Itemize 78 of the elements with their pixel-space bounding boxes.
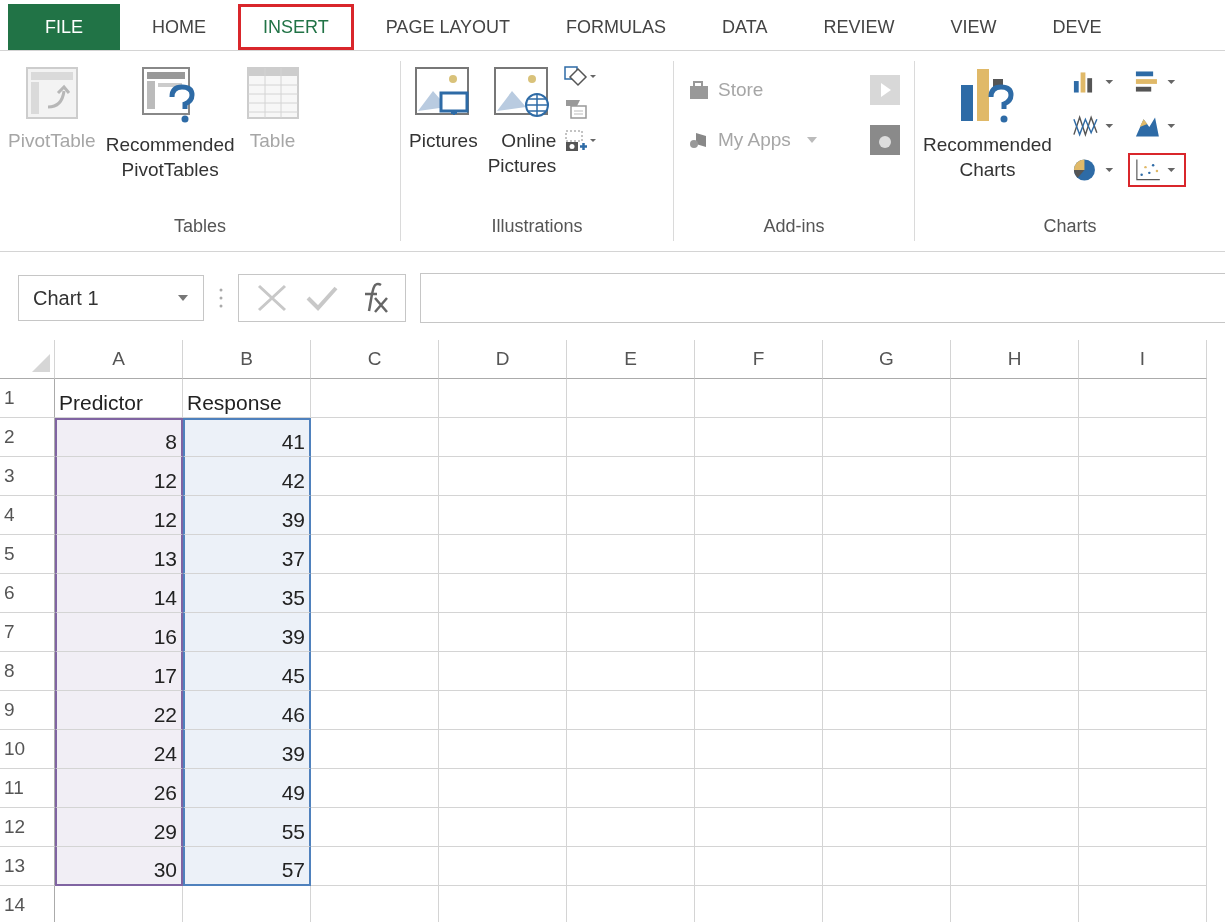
table-cell: 30 <box>55 847 183 886</box>
row-header[interactable]: 14 <box>0 886 55 922</box>
ribbon-tab[interactable]: VIEW <box>926 4 1021 50</box>
table-cell: 55 <box>183 808 311 847</box>
column-header[interactable]: I <box>1079 340 1207 379</box>
check-icon[interactable] <box>305 284 339 312</box>
play-icon <box>870 75 900 105</box>
column-header[interactable]: E <box>567 340 695 379</box>
table-cell: 57 <box>183 847 311 886</box>
table-cell: 35 <box>183 574 311 613</box>
column-header[interactable]: H <box>951 340 1079 379</box>
ribbon-button[interactable]: Recommended Charts <box>921 65 1054 183</box>
chart-type-button[interactable] <box>1127 153 1186 187</box>
group-label: Illustrations <box>490 216 584 238</box>
name-box[interactable]: Chart 1 <box>18 275 204 321</box>
ribbon-button[interactable]: Recommended PivotTables <box>103 65 237 183</box>
ribbon-tab[interactable]: DATA <box>698 4 792 50</box>
table-icon <box>244 65 301 121</box>
row-header[interactable]: 6 <box>0 574 55 613</box>
table-cell: 41 <box>183 418 311 457</box>
table-cell: 8 <box>55 418 183 457</box>
table-cell: 14 <box>55 574 183 613</box>
shapes-button[interactable] <box>564 65 599 89</box>
table-cell: 45 <box>183 652 311 691</box>
pivot-table-icon <box>23 65 80 121</box>
column-header[interactable]: A <box>55 340 183 379</box>
column-header[interactable]: B <box>183 340 311 379</box>
group-label: Charts <box>1042 216 1098 238</box>
table-cell: 29 <box>55 808 183 847</box>
table-cell: 16 <box>55 613 183 652</box>
grip-icon <box>218 286 224 310</box>
row-header[interactable]: 11 <box>0 769 55 808</box>
row-header[interactable]: 1 <box>0 379 55 418</box>
bag-icon <box>688 79 710 101</box>
column-header[interactable]: C <box>311 340 439 379</box>
column-header[interactable]: F <box>695 340 823 379</box>
row-header[interactable]: 12 <box>0 808 55 847</box>
row-header[interactable]: 7 <box>0 613 55 652</box>
table-cell: 12 <box>55 496 183 535</box>
table-cell: Predictor <box>55 379 183 418</box>
table-cell: 39 <box>183 730 311 769</box>
ribbon-tab[interactable]: INSERT <box>238 4 354 50</box>
ribbon-tab[interactable]: HOME <box>128 4 230 50</box>
column-header[interactable]: D <box>439 340 567 379</box>
caret-icon <box>806 137 817 143</box>
table-cell: 22 <box>55 691 183 730</box>
table-cell: 13 <box>55 535 183 574</box>
ribbon-tab[interactable]: PAGE LAYOUT <box>361 4 535 50</box>
ribbon-button[interactable]: Online Pictures <box>485 65 559 179</box>
formula-input[interactable] <box>420 273 1225 323</box>
row-header[interactable]: 13 <box>0 847 55 886</box>
table-cell: 26 <box>55 769 183 808</box>
column-header[interactable]: G <box>823 340 951 379</box>
table-cell: 24 <box>55 730 183 769</box>
table-cell: 39 <box>183 613 311 652</box>
row-header[interactable]: 4 <box>0 496 55 535</box>
table-cell: 42 <box>183 457 311 496</box>
table-cell: 49 <box>183 769 311 808</box>
row-header[interactable]: 10 <box>0 730 55 769</box>
row-header[interactable]: 3 <box>0 457 55 496</box>
file-tab[interactable]: FILE <box>8 4 120 50</box>
table-cell: 46 <box>183 691 311 730</box>
table-cell: Response <box>183 379 311 418</box>
app-tile-icon <box>870 125 900 155</box>
group-label: Tables <box>173 216 227 238</box>
table-cell: 17 <box>55 652 183 691</box>
ribbon-tab[interactable]: DEVE <box>1028 4 1126 50</box>
row-header[interactable]: 8 <box>0 652 55 691</box>
row-header[interactable]: 9 <box>0 691 55 730</box>
ribbon-tab[interactable]: FORMULAS <box>542 4 691 50</box>
group-label: Add-ins <box>762 216 826 238</box>
row-header[interactable]: 2 <box>0 418 55 457</box>
table-cell: 12 <box>55 457 183 496</box>
table-cell: 39 <box>183 496 311 535</box>
ribbon-button[interactable]: Pictures <box>407 65 480 154</box>
ribbon-tab[interactable]: REVIEW <box>799 4 919 50</box>
row-header[interactable]: 5 <box>0 535 55 574</box>
table-cell: 37 <box>183 535 311 574</box>
